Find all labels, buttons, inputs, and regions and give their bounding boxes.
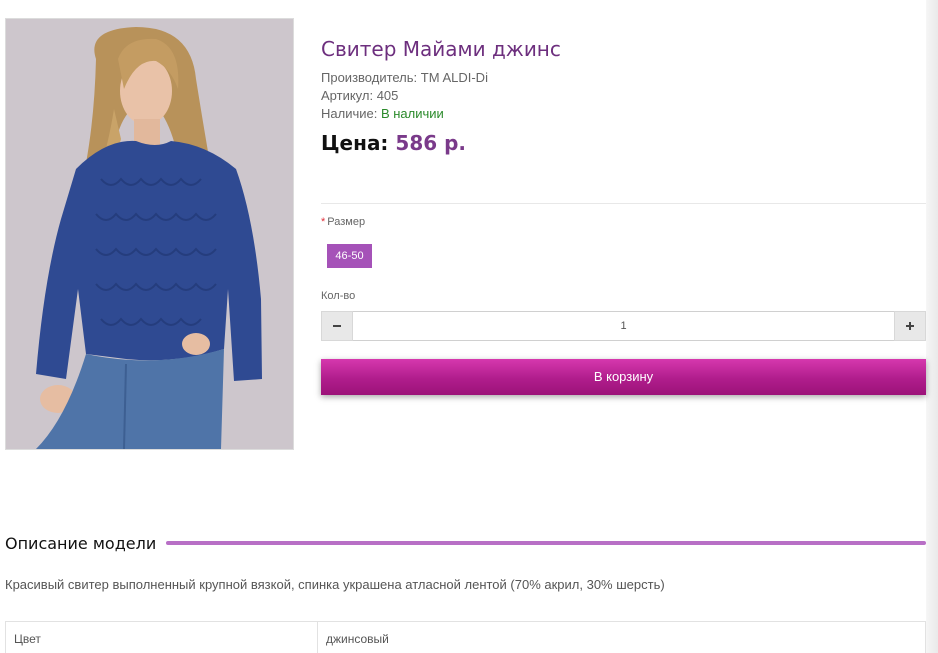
manufacturer-label: Производитель: (321, 70, 418, 85)
attribute-name: Цвет (5, 621, 318, 653)
price-row: Цена: 586 р. (321, 129, 926, 157)
heading-rule (166, 541, 926, 545)
size-option-chip[interactable]: 46-50 (327, 244, 372, 268)
quantity-stepper (321, 311, 926, 341)
quantity-input[interactable] (353, 311, 894, 341)
attribute-value: джинсовый (317, 621, 926, 653)
availability-label: Наличие: (321, 106, 378, 121)
sku-value: 405 (376, 88, 399, 103)
size-label: * Размер (321, 216, 365, 228)
quantity-decrease-button[interactable] (321, 311, 353, 341)
sweater-model-photo-icon (6, 19, 293, 449)
sku-line: Артикул: 405 (321, 87, 926, 105)
manufacturer-value[interactable]: TM ALDI-Di (421, 70, 488, 85)
description-section-header: Описание модели (5, 531, 926, 555)
minus-icon (333, 325, 341, 327)
manufacturer-line: Производитель: TM ALDI-Di (321, 69, 926, 87)
product-title: Свитер Майами джинс (321, 37, 561, 61)
description-text: Красивый свитер выполненный крупной вязк… (5, 577, 665, 592)
price-label: Цена: (321, 131, 389, 155)
product-photo[interactable] (5, 18, 294, 450)
quantity-increase-button[interactable] (894, 311, 926, 341)
availability-value: В наличии (380, 106, 444, 121)
quantity-label: Кол-во (321, 290, 356, 302)
size-label-text: Размер (327, 216, 366, 228)
options-divider (321, 203, 926, 204)
price-value: 586 р. (395, 131, 467, 155)
description-heading: Описание модели (5, 533, 157, 553)
required-mark: * (321, 216, 326, 228)
product-info: Свитер Майами джинс Производитель: TM AL… (321, 36, 926, 157)
availability-line: Наличие: В наличии (321, 105, 926, 123)
add-to-cart-button[interactable]: В корзину (321, 359, 926, 395)
page-edge-shadow (926, 0, 938, 653)
table-row: Цвет джинсовый (5, 621, 926, 653)
sku-label: Артикул: (321, 88, 374, 103)
plus-icon (906, 322, 914, 330)
attributes-table: Цвет джинсовый (5, 621, 926, 653)
